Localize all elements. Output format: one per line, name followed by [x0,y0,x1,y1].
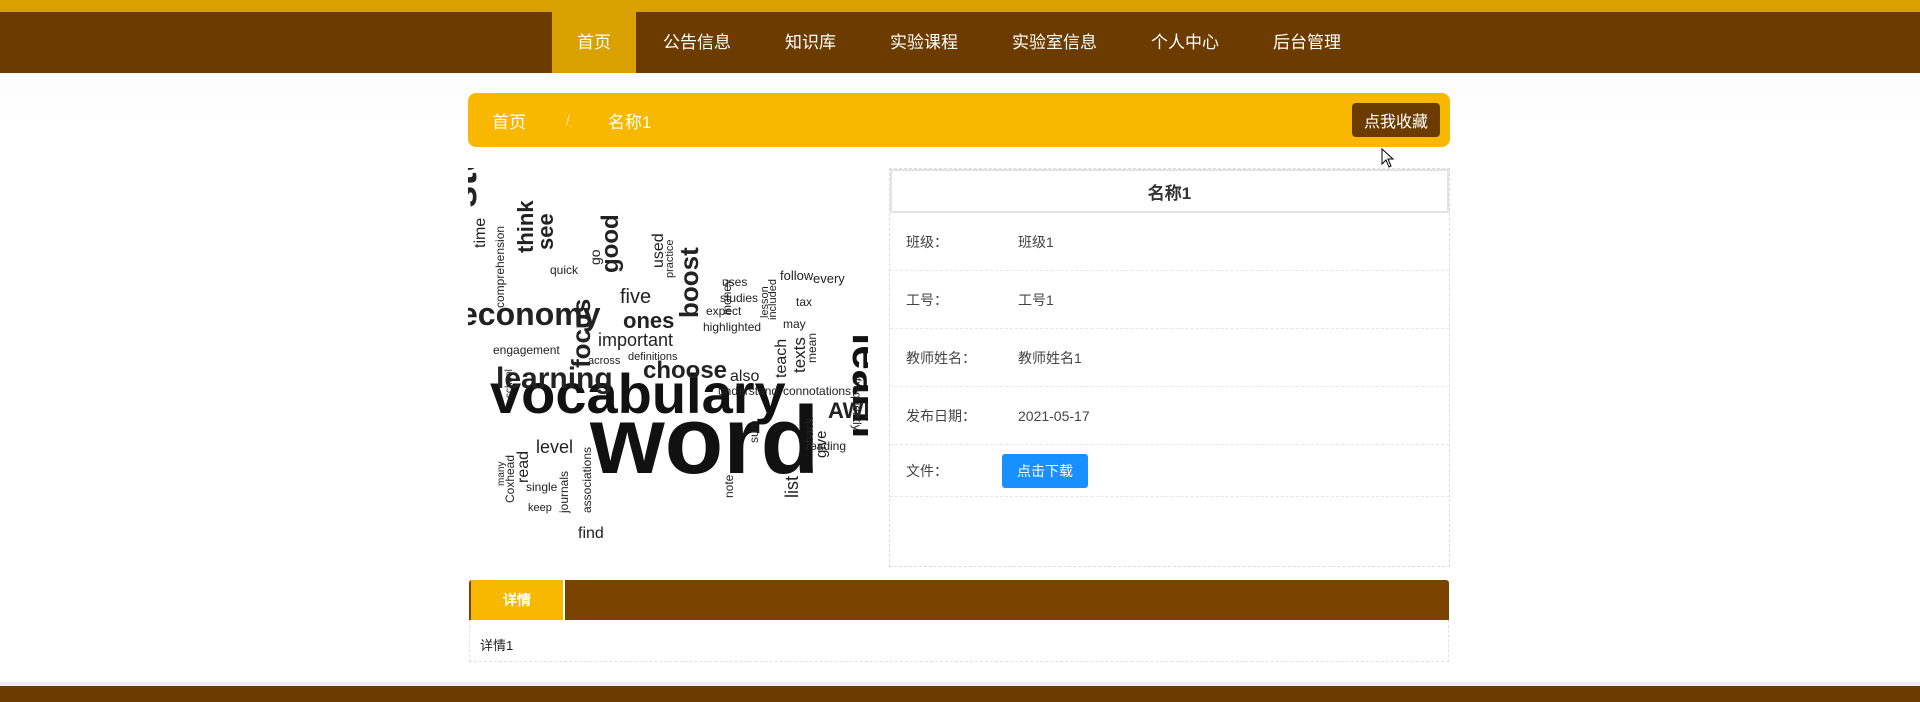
word-cloud-word: ones [623,308,674,333]
nav-item-personal-center[interactable]: 个人中心 [1124,12,1246,73]
word-cloud-word: school [504,369,515,398]
word-cloud-word: single [526,480,558,494]
word-cloud-word: note [722,474,736,498]
breadcrumb-current: 名称1 [607,112,652,132]
word-cloud-word: may [783,317,806,331]
word-cloud-word: definitions [628,351,678,363]
word-cloud-word: tax [796,295,812,309]
word-cloud-word: expect [706,304,742,318]
word-cloud-image: wordvocabularylearninglearneconomystuden… [468,168,868,564]
top-accent-strip [0,0,1920,12]
info-value: 班级1 [1018,233,1054,250]
word-cloud-word: included [767,279,779,320]
favorite-button[interactable]: 点我收藏 [1351,103,1440,137]
info-value: 2021-05-17 [1018,407,1090,424]
word-cloud-word: reading [806,439,846,453]
word-cloud-word: list [782,476,802,498]
word-cloud-word: time [472,218,489,248]
mouse-cursor-icon [1381,148,1395,168]
word-cloud-word: five [620,286,651,308]
info-row-staff-id: 工号： 工号1 [890,271,1449,329]
word-cloud-word: students [468,168,485,208]
detail-content: 详情1 [469,620,1449,662]
word-cloud-word: mean [805,333,819,363]
item-title: 名称1 [890,169,1449,213]
info-value: 工号1 [1018,291,1054,308]
word-cloud-word: also [730,368,759,385]
word-cloud-word: boost [674,247,704,318]
word-cloud-word: journals [557,471,571,514]
word-cloud-word: every [813,271,845,286]
word-cloud-word: read [515,451,532,483]
nav-item-lab-courses[interactable]: 实验课程 [863,12,985,73]
main-navbar: 首页 公告信息 知识库 实验课程 实验室信息 个人中心 后台管理 [0,12,1920,73]
breadcrumb: 首页 / 名称1 点我收藏 [468,93,1450,147]
nav-item-announcements[interactable]: 公告信息 [636,12,758,73]
info-panel: 名称1 班级： 班级1 工号： 工号1 教师姓名： 教师姓名1 发布日期： 20… [889,168,1450,567]
word-cloud-word: engagement [493,343,560,357]
breadcrumb-separator: / [566,112,570,128]
nav-item-admin[interactable]: 后台管理 [1246,12,1368,73]
tab-details[interactable]: 详情 [471,580,565,620]
word-cloud-word: quick [550,263,579,277]
info-row-class: 班级： 班级1 [890,213,1449,271]
word-cloud-word: go [587,249,603,265]
word-cloud-word: keep [528,502,552,514]
info-row-publish-date: 发布日期： 2021-05-17 [890,387,1449,445]
word-cloud-word: across [588,355,621,367]
word-cloud-word: highlighted [703,320,761,334]
info-value: 教师姓名1 [1018,349,1082,366]
word-cloud-word: sum [747,420,761,443]
breadcrumb-home-link[interactable]: 首页 [492,108,526,133]
nav-item-knowledge-base[interactable]: 知识库 [758,12,863,73]
word-cloud-word: practice [664,239,676,278]
footer-bar [0,686,1920,702]
word-cloud-word: connotations [783,384,851,398]
info-label: 班级： [906,233,948,250]
info-row-file: 文件： 点击下载 [890,445,1449,497]
word-cloud-word: associations [580,447,594,513]
download-button[interactable]: 点击下载 [1002,453,1088,488]
word-cloud-word: find [578,525,604,542]
nav-item-home[interactable]: 首页 [552,12,636,73]
info-row-teacher-name: 教师姓名： 教师姓名1 [890,329,1449,387]
nav-item-lab-info[interactable]: 实验室信息 [985,12,1124,73]
word-cloud-word: follow [780,268,814,283]
detail-tab-bar: 详情 [469,580,1449,620]
word-cloud-word: important [598,330,673,350]
word-cloud-word: AWL [828,398,868,423]
word-cloud-word: level [536,437,573,457]
word-cloud-word: Coxhead [503,455,517,503]
info-label: 教师姓名： [906,349,976,366]
info-label: 发布日期： [906,407,976,424]
info-label: 文件： [906,462,948,479]
word-cloud-word: teach [773,339,790,378]
word-cloud-word: think [513,200,538,253]
word-cloud-word: understand [718,384,778,398]
info-label: 工号： [906,291,948,308]
word-cloud-word: comprehension [493,226,507,308]
